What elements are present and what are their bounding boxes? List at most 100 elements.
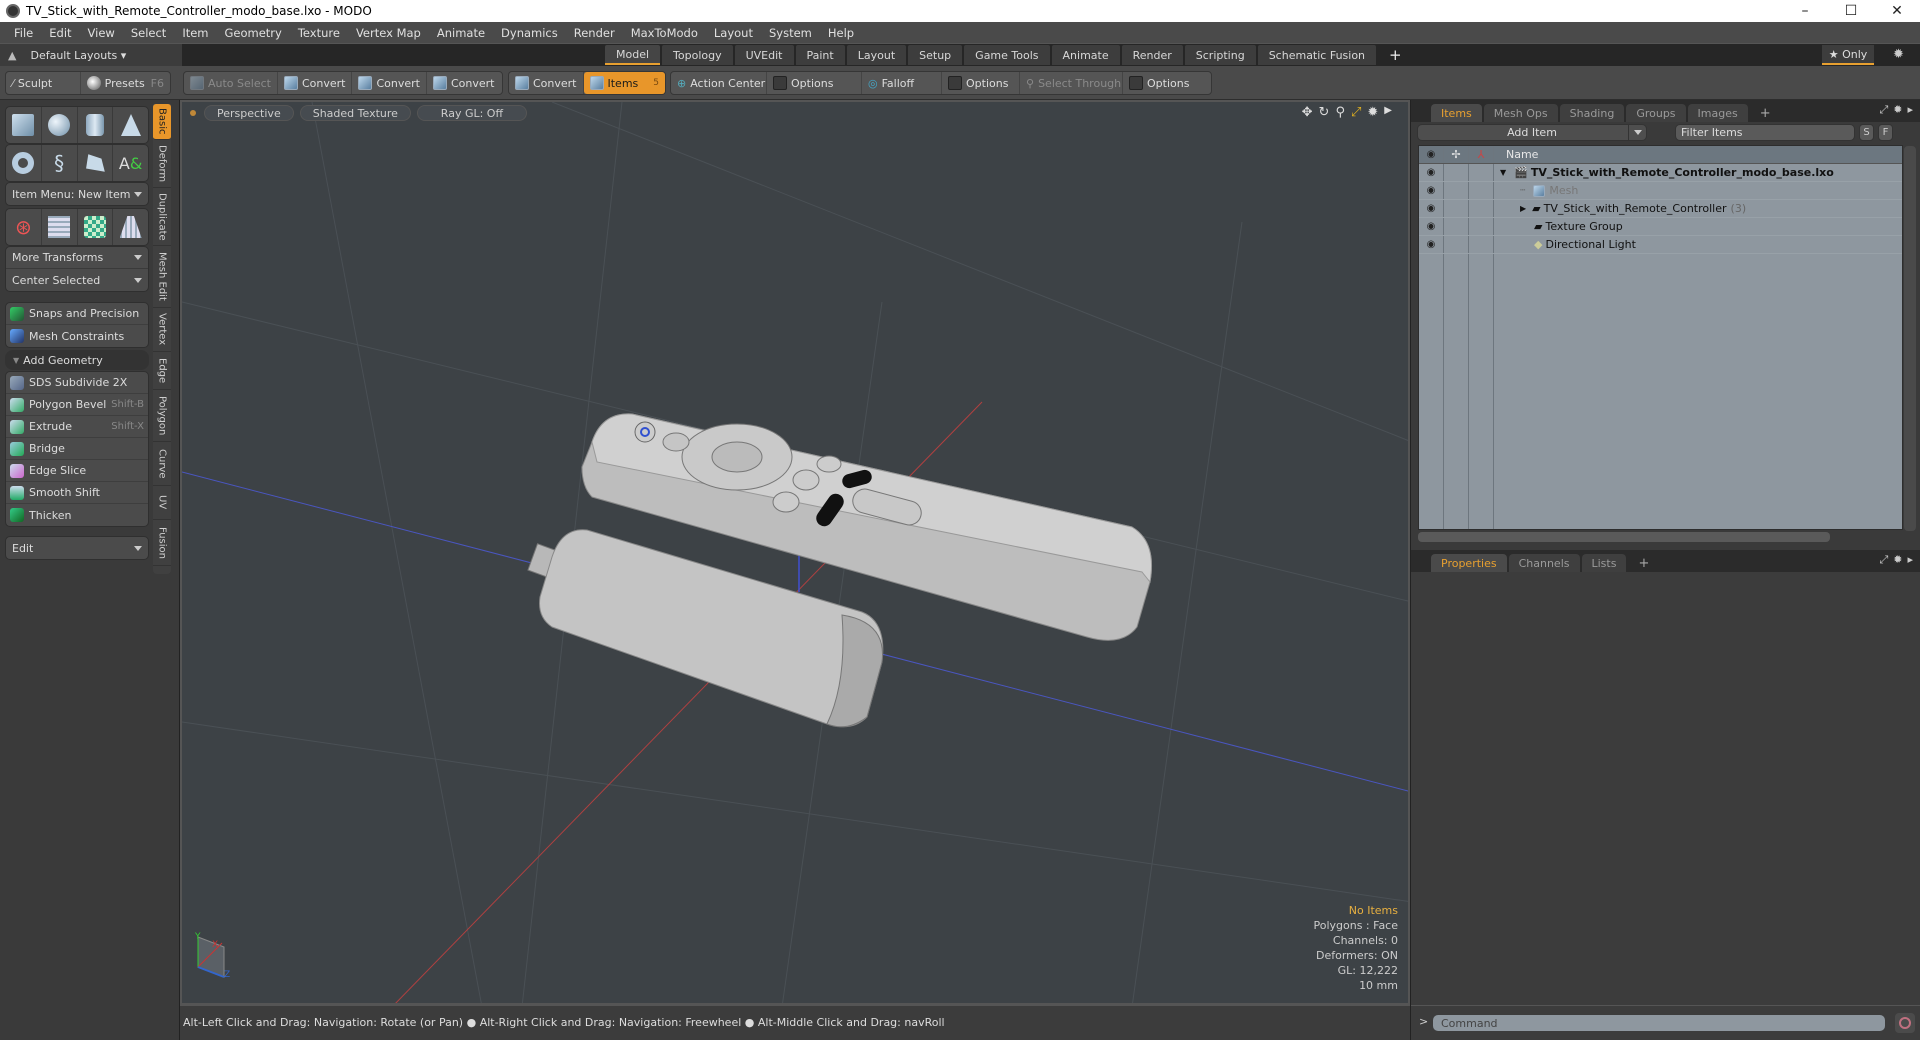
falloff-button[interactable]: ◎ Falloff bbox=[862, 72, 942, 94]
polygon-bevel-button[interactable]: Polygon Bevel Shift-B bbox=[6, 394, 148, 416]
edge-slice-button[interactable]: Edge Slice bbox=[6, 460, 148, 482]
vtab-mesh-edit[interactable]: Mesh Edit bbox=[153, 246, 171, 308]
menu-system[interactable]: System bbox=[761, 26, 820, 40]
taper-tool[interactable] bbox=[113, 209, 148, 245]
zoom-icon[interactable]: ⚲ bbox=[1335, 105, 1345, 120]
tab-setup[interactable]: Setup bbox=[908, 45, 963, 65]
tab-channels[interactable]: Channels bbox=[1508, 554, 1580, 572]
uv-checker-tool[interactable] bbox=[78, 209, 114, 245]
visibility-toggle[interactable]: ◉ bbox=[1419, 236, 1444, 253]
visibility-toggle[interactable]: ◉ bbox=[1419, 218, 1444, 235]
capsule-tool[interactable]: § bbox=[42, 145, 78, 181]
expand-arrow-icon[interactable]: ▼ bbox=[1500, 168, 1506, 177]
viewport-indicator-icon[interactable] bbox=[190, 110, 196, 116]
select-through-options-button[interactable]: Options bbox=[1123, 72, 1195, 94]
add-properties-tab-button[interactable]: + bbox=[1628, 554, 1659, 572]
pan-icon[interactable]: ✥ bbox=[1302, 105, 1313, 120]
expand-icon[interactable]: ⤢ bbox=[1879, 103, 1888, 117]
expand-arrow-icon[interactable]: ▶ bbox=[1520, 204, 1526, 213]
close-button[interactable]: ✕ bbox=[1874, 0, 1920, 22]
visibility-toggle[interactable]: ◉ bbox=[1419, 182, 1444, 199]
tab-groups[interactable]: Groups bbox=[1626, 104, 1686, 122]
item-row-scene[interactable]: ◉ ▼ 🎬 TV_Stick_with_Remote_Controller_modo… bbox=[1419, 164, 1902, 182]
convert-polygons-button[interactable]: Convert bbox=[427, 72, 501, 94]
bridge-button[interactable]: Bridge bbox=[6, 438, 148, 460]
name-column-header[interactable]: Name bbox=[1494, 146, 1538, 163]
more-transforms-dropdown[interactable]: More Transforms bbox=[6, 247, 148, 269]
filter-items-input[interactable]: Filter Items bbox=[1675, 123, 1855, 141]
tab-render[interactable]: Render bbox=[1121, 45, 1183, 65]
action-center-button[interactable]: ⊕ Action Center bbox=[671, 72, 767, 94]
tab-items[interactable]: Items bbox=[1431, 104, 1482, 122]
mesh-constraints-button[interactable]: Mesh Constraints bbox=[6, 325, 148, 347]
menu-maxtomodo[interactable]: MaxToModo bbox=[623, 26, 706, 40]
action-center-options-button[interactable]: Options bbox=[767, 72, 862, 94]
convert-edges-button[interactable]: Convert bbox=[352, 72, 427, 94]
auto-select-button[interactable]: Auto Select bbox=[184, 72, 278, 94]
maximize-viewport-icon[interactable]: ⤢ bbox=[1351, 105, 1361, 120]
torus-tool[interactable] bbox=[6, 145, 42, 181]
tab-properties[interactable]: Properties bbox=[1431, 554, 1507, 572]
view-type-button[interactable]: Perspective bbox=[204, 105, 294, 121]
panel-arrow-icon[interactable]: ▸ bbox=[1907, 553, 1913, 567]
maximize-button[interactable]: ☐ bbox=[1828, 0, 1874, 22]
menu-render[interactable]: Render bbox=[566, 26, 623, 40]
tab-animate[interactable]: Animate bbox=[1051, 45, 1120, 65]
lattice-tool[interactable] bbox=[42, 209, 78, 245]
presets-button[interactable]: Presets F6 bbox=[81, 72, 170, 94]
axis-column-header[interactable]: ⅄ bbox=[1469, 146, 1494, 163]
visibility-toggle[interactable]: ◉ bbox=[1419, 200, 1444, 217]
menu-vertex-map[interactable]: Vertex Map bbox=[348, 26, 429, 40]
lock-column-header[interactable]: ✢ bbox=[1444, 146, 1469, 163]
minimize-button[interactable]: – bbox=[1782, 0, 1828, 22]
vtab-basic[interactable]: Basic bbox=[153, 104, 171, 140]
only-button[interactable]: ★ Only bbox=[1822, 45, 1874, 65]
tab-schematic-fusion[interactable]: Schematic Fusion bbox=[1257, 45, 1377, 65]
tab-game-tools[interactable]: Game Tools bbox=[964, 45, 1050, 65]
tab-paint[interactable]: Paint bbox=[795, 45, 845, 65]
tab-images[interactable]: Images bbox=[1687, 104, 1748, 122]
vtab-deform[interactable]: Deform bbox=[153, 140, 171, 188]
menu-texture[interactable]: Texture bbox=[290, 26, 348, 40]
vtab-vertex[interactable]: Vertex bbox=[153, 308, 171, 352]
viewport-more-arrow-icon[interactable]: ▶ bbox=[1384, 105, 1392, 120]
vtab-uv[interactable]: UV bbox=[153, 486, 171, 520]
vtab-edge[interactable]: Edge bbox=[153, 352, 171, 390]
item-menu-dropdown[interactable]: Item Menu: New Item bbox=[6, 183, 148, 205]
item-list-vertical-scrollbar[interactable] bbox=[1904, 146, 1916, 531]
thicken-button[interactable]: Thicken bbox=[6, 504, 148, 526]
menu-select[interactable]: Select bbox=[123, 26, 174, 40]
sphere-tool[interactable] bbox=[42, 107, 78, 143]
filter-f-button[interactable]: F bbox=[1878, 123, 1893, 141]
tab-shading[interactable]: Shading bbox=[1559, 104, 1625, 122]
menu-view[interactable]: View bbox=[80, 26, 123, 40]
add-item-button[interactable]: Add Item bbox=[1417, 123, 1647, 141]
menu-animate[interactable]: Animate bbox=[429, 26, 493, 40]
filter-s-button[interactable]: S bbox=[1859, 123, 1874, 141]
cylinder-tool[interactable] bbox=[78, 107, 114, 143]
tab-uvedit[interactable]: UVEdit bbox=[734, 45, 794, 65]
falloff-options-button[interactable]: Options bbox=[942, 72, 1020, 94]
expand-icon[interactable]: ⤢ bbox=[1879, 553, 1888, 567]
default-layouts-dropdown[interactable]: ▲ Default Layouts ▾ bbox=[0, 44, 182, 66]
item-row-mesh[interactable]: ◉ ┄ Mesh bbox=[1419, 182, 1902, 200]
add-geometry-section[interactable]: ▼ Add Geometry bbox=[5, 350, 149, 370]
add-tab-button[interactable]: + bbox=[1378, 45, 1413, 65]
tab-layout[interactable]: Layout bbox=[846, 45, 907, 65]
raygl-button[interactable]: Ray GL: Off bbox=[416, 105, 527, 121]
menu-dynamics[interactable]: Dynamics bbox=[493, 26, 566, 40]
item-list-horizontal-scrollbar[interactable] bbox=[1418, 532, 1830, 542]
tab-lists[interactable]: Lists bbox=[1581, 554, 1627, 572]
cone-tool[interactable] bbox=[113, 107, 148, 143]
shading-mode-button[interactable]: Shaded Texture bbox=[299, 105, 411, 121]
menu-geometry[interactable]: Geometry bbox=[217, 26, 290, 40]
menu-file[interactable]: File bbox=[6, 26, 41, 40]
command-input[interactable]: Command bbox=[1433, 1015, 1885, 1031]
vtab-polygon[interactable]: Polygon bbox=[153, 390, 171, 442]
menu-item[interactable]: Item bbox=[174, 26, 216, 40]
sds-subdivide-button[interactable]: SDS Subdivide 2X bbox=[6, 372, 148, 394]
menu-help[interactable]: Help bbox=[820, 26, 862, 40]
tab-model[interactable]: Model bbox=[605, 45, 661, 65]
3d-viewport[interactable]: Y X Z Perspective Shaded Texture Ray GL:… bbox=[180, 100, 1410, 1005]
vtab-curve[interactable]: Curve bbox=[153, 442, 171, 486]
